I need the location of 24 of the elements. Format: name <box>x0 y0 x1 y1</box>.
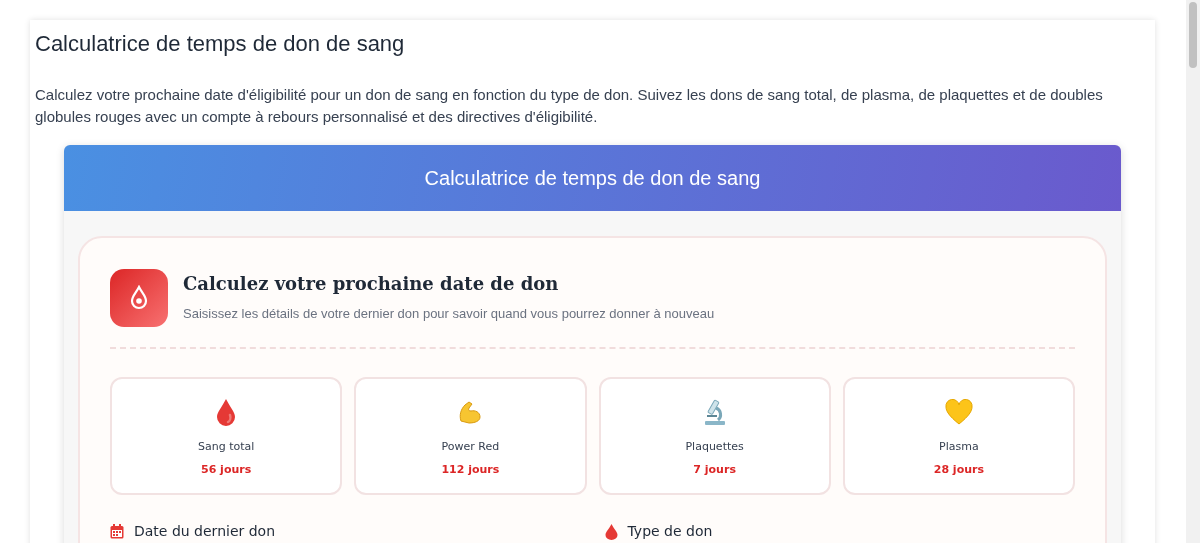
intro-paragraph: Calculez votre prochaine date d'éligibilité pour un don de sang en fonction du type de don. Suivez les dons de sang total, de plasma, de plaquettes et de doubles globules rouges avec un compte à rebours personnalisé et des directives d'éligibilité. <box>35 85 1104 127</box>
donation-type-card[interactable]: Sang total 56 jours <box>110 377 343 495</box>
app-badge-icon <box>110 269 168 327</box>
donation-type-card[interactable]: Plaquettes 7 jours <box>598 377 831 495</box>
donation-interval: 112 jours <box>441 461 500 478</box>
calendar-icon <box>110 524 124 539</box>
field-label: Date du dernier don <box>134 522 276 541</box>
donation-type-name: Plasma <box>939 439 979 455</box>
widget-title: Calculatrice de temps de don de sang <box>424 166 761 191</box>
donation-type-name: Power Red <box>441 439 500 455</box>
card-subtitle: Saisissez les détails de votre dernier don pour savoir quand vous pourrez donner à nouveau <box>183 305 715 324</box>
donation-interval: 28 jours <box>933 461 984 478</box>
donation-type-card[interactable]: Power Red 112 jours <box>354 377 587 495</box>
drop-icon <box>604 523 618 540</box>
donation-type-card[interactable]: Plasma 28 jours <box>842 377 1075 495</box>
page-title: Calculatrice de temps de don de sang <box>35 30 406 58</box>
field-label: Type de don <box>627 522 713 541</box>
donation-type-name: Plaquettes <box>685 439 744 455</box>
blood-drop-icon <box>215 398 238 426</box>
donation-type-name: Sang total <box>197 439 255 455</box>
donation-interval: 7 jours <box>693 461 736 478</box>
heart-icon <box>944 399 973 425</box>
card-title: Calculez votre prochaine date de don <box>183 272 560 297</box>
donation-interval: 56 jours <box>201 461 252 478</box>
